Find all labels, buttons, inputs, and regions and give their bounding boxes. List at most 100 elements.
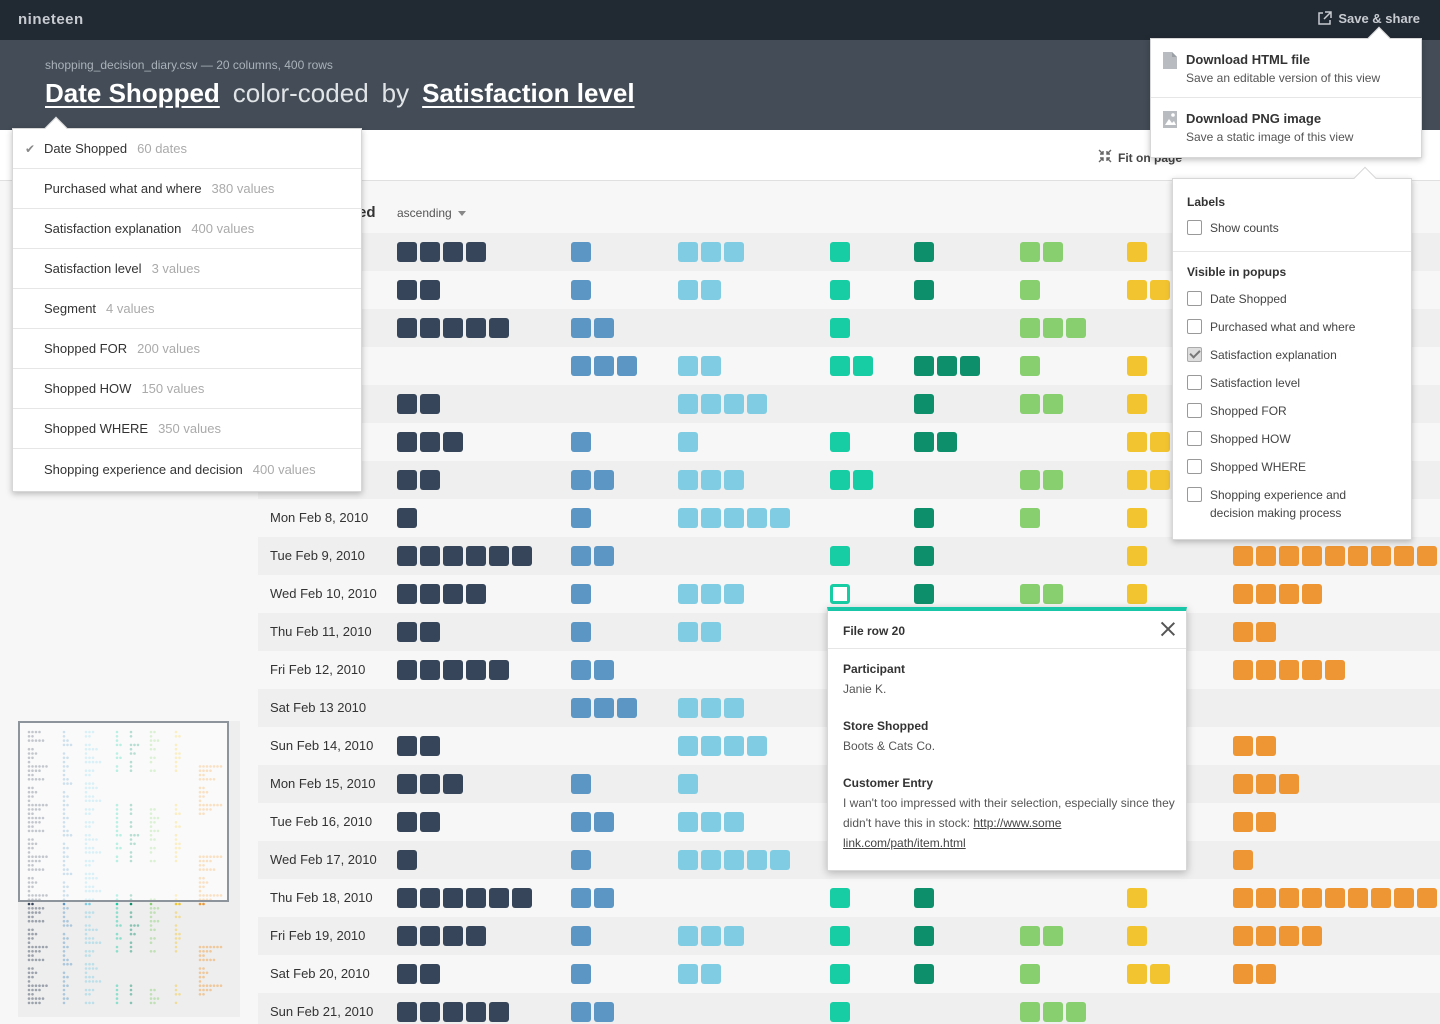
record-square[interactable] [1325, 546, 1345, 566]
record-square[interactable] [724, 812, 744, 832]
record-square[interactable] [466, 584, 486, 604]
save-share-button[interactable]: Save & share [1317, 11, 1420, 26]
record-square[interactable] [1233, 660, 1253, 680]
record-square[interactable] [1233, 850, 1253, 870]
record-square[interactable] [571, 508, 591, 528]
record-square[interactable] [466, 888, 486, 908]
record-square[interactable] [489, 318, 509, 338]
record-square[interactable] [617, 356, 637, 376]
record-square[interactable] [914, 888, 934, 908]
record-square[interactable] [397, 280, 417, 300]
popup-field-checkbox-row[interactable]: Purchased what and where [1187, 318, 1355, 336]
record-square[interactable] [1302, 926, 1322, 946]
record-square[interactable] [571, 280, 591, 300]
record-square[interactable] [724, 394, 744, 414]
record-square[interactable] [397, 394, 417, 414]
record-square[interactable] [1020, 242, 1040, 262]
record-square[interactable] [1066, 318, 1086, 338]
record-square[interactable] [1127, 888, 1147, 908]
download-html-item[interactable]: Download HTML file Save an editable vers… [1151, 39, 1421, 98]
checkbox[interactable] [1187, 319, 1202, 334]
record-square[interactable] [724, 850, 744, 870]
record-square[interactable] [1256, 964, 1276, 984]
record-square[interactable] [512, 888, 532, 908]
record-square[interactable] [830, 280, 850, 300]
record-square[interactable] [1043, 926, 1063, 946]
record-square[interactable] [1020, 508, 1040, 528]
record-square[interactable] [594, 1002, 614, 1022]
record-square[interactable] [1256, 888, 1276, 908]
record-square[interactable] [914, 394, 934, 414]
record-square[interactable] [1371, 546, 1391, 566]
record-square[interactable] [397, 508, 417, 528]
record-square[interactable] [466, 318, 486, 338]
record-square[interactable] [853, 470, 873, 490]
record-square[interactable] [571, 850, 591, 870]
record-square[interactable] [1020, 356, 1040, 376]
record-square[interactable] [724, 508, 744, 528]
record-square[interactable] [443, 926, 463, 946]
record-square[interactable] [1233, 964, 1253, 984]
record-square[interactable] [937, 356, 957, 376]
record-square[interactable] [1302, 584, 1322, 604]
record-square[interactable] [1256, 622, 1276, 642]
record-square[interactable] [678, 280, 698, 300]
checkbox[interactable] [1187, 375, 1202, 390]
record-square[interactable] [1256, 812, 1276, 832]
record-square[interactable] [1127, 432, 1147, 452]
popup-field-checkbox-row[interactable]: Date Shopped [1187, 290, 1287, 308]
record-square[interactable] [1233, 812, 1253, 832]
checkbox[interactable] [1187, 347, 1202, 362]
record-square[interactable] [420, 432, 440, 452]
show-counts-checkbox[interactable]: Show counts [1187, 219, 1279, 237]
record-square[interactable] [1043, 470, 1063, 490]
record-square[interactable] [960, 356, 980, 376]
record-square[interactable] [1043, 318, 1063, 338]
record-square[interactable] [724, 584, 744, 604]
minimap[interactable] [18, 721, 240, 1017]
record-square[interactable] [701, 812, 721, 832]
record-square[interactable] [1256, 736, 1276, 756]
record-square[interactable] [1127, 926, 1147, 946]
record-square[interactable] [678, 622, 698, 642]
record-square[interactable] [1256, 584, 1276, 604]
record-square[interactable] [830, 242, 850, 262]
popup-field-checkbox-row[interactable]: Satisfaction explanation [1187, 346, 1337, 364]
record-square[interactable] [571, 318, 591, 338]
record-square[interactable] [466, 546, 486, 566]
record-square[interactable] [724, 926, 744, 946]
record-square[interactable] [1256, 546, 1276, 566]
record-square[interactable] [1020, 584, 1040, 604]
record-square[interactable] [1348, 546, 1368, 566]
record-square[interactable] [1020, 964, 1040, 984]
record-square[interactable] [594, 888, 614, 908]
record-square[interactable] [1256, 926, 1276, 946]
record-square[interactable] [489, 1002, 509, 1022]
record-square[interactable] [1127, 584, 1147, 604]
record-square[interactable] [1302, 660, 1322, 680]
record-square[interactable] [678, 926, 698, 946]
record-square[interactable] [678, 584, 698, 604]
field-menu-item[interactable]: Shopping experience and decision 400 valu… [13, 449, 361, 489]
record-square[interactable] [594, 698, 614, 718]
record-square[interactable] [1233, 584, 1253, 604]
record-square[interactable] [397, 812, 417, 832]
record-square[interactable] [443, 546, 463, 566]
record-square[interactable] [617, 698, 637, 718]
record-square[interactable] [397, 546, 417, 566]
record-square[interactable] [571, 926, 591, 946]
record-square[interactable] [1256, 774, 1276, 794]
record-square[interactable] [678, 394, 698, 414]
record-square[interactable] [420, 280, 440, 300]
record-square[interactable] [914, 356, 934, 376]
record-square[interactable] [1417, 546, 1437, 566]
record-square[interactable] [1302, 888, 1322, 908]
sort-order-dropdown[interactable]: ascending [397, 206, 466, 220]
record-square[interactable] [1020, 926, 1040, 946]
record-square[interactable] [420, 964, 440, 984]
record-square[interactable] [594, 660, 614, 680]
record-square[interactable] [420, 926, 440, 946]
record-square[interactable] [397, 850, 417, 870]
record-square[interactable] [1325, 888, 1345, 908]
record-square[interactable] [678, 812, 698, 832]
